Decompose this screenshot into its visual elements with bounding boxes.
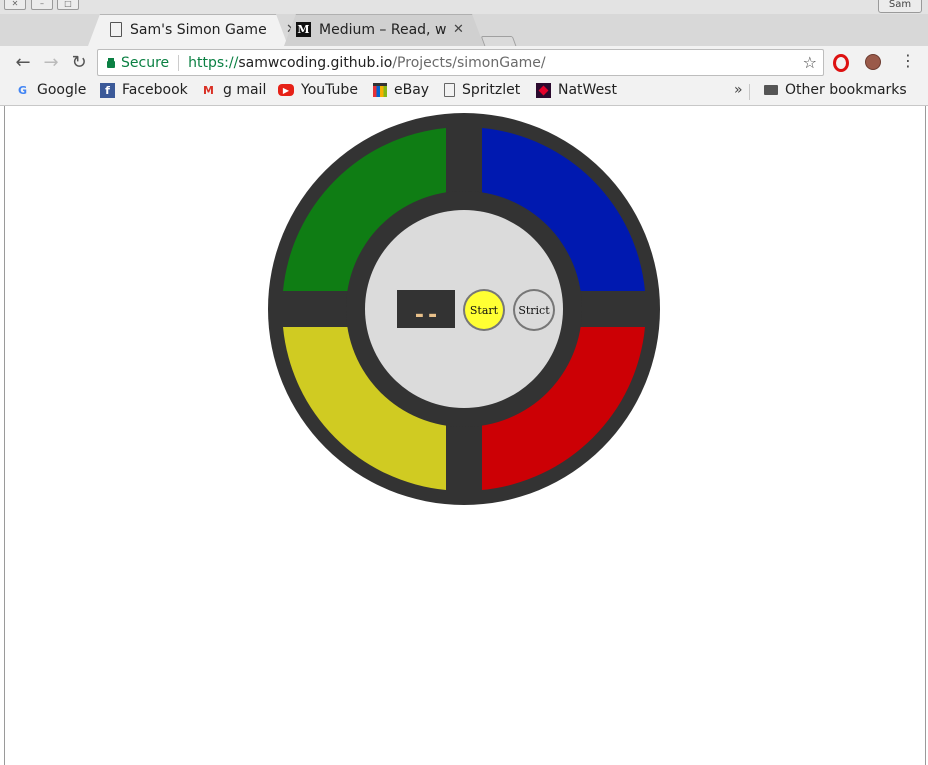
close-tab-icon[interactable]: ✕ (453, 22, 464, 37)
url-scheme: https:// (188, 54, 239, 71)
gmail-icon: M (203, 83, 214, 97)
tab-inactive[interactable]: M Medium – Read, wri ✕ (284, 14, 484, 46)
forward-arrow-icon[interactable]: → (40, 51, 62, 73)
bookmark-gmail[interactable]: M g mail (201, 82, 266, 98)
shopping-bag-icon (373, 83, 387, 97)
bookmark-label: Spritzlet (462, 82, 521, 98)
bookmark-natwest[interactable]: NatWest (536, 82, 617, 98)
browser-toolbar: ← → ↻ Secure https://samwcoding.github.i… (0, 46, 928, 79)
chevron-double-right-icon: » (734, 82, 743, 98)
folder-icon (764, 85, 778, 95)
page-content: -- Start Strict (4, 106, 926, 765)
bookmark-label: eBay (394, 82, 430, 98)
bookmark-label: Facebook (122, 82, 188, 98)
bookmark-facebook[interactable]: f Facebook (100, 82, 188, 98)
maximize-window-icon[interactable]: □ (57, 0, 79, 10)
bookmark-label: Google (37, 82, 87, 98)
bookmark-youtube[interactable]: ▶ YouTube (278, 82, 358, 98)
bookmark-google[interactable]: G Google (15, 82, 86, 98)
bookmark-label: NatWest (558, 82, 617, 98)
start-button-label: Start (470, 304, 499, 317)
minimize-window-icon[interactable]: – (31, 0, 53, 10)
simon-game-board: -- Start Strict (268, 113, 660, 505)
other-bookmarks-folder[interactable]: Other bookmarks (764, 82, 907, 98)
divider (749, 84, 750, 100)
more-menu-icon[interactable]: ⋮ (900, 52, 916, 70)
back-arrow-icon[interactable]: ← (12, 51, 34, 73)
google-icon: G (17, 83, 28, 97)
bookmarks-overflow-button[interactable]: » (734, 82, 743, 98)
tab-strip: Sam's Simon Game ✕ M Medium – Read, wri … (0, 14, 928, 54)
divider (178, 54, 180, 71)
tab-title: Sam's Simon Game (130, 21, 267, 38)
youtube-icon: ▶ (278, 84, 294, 96)
close-window-icon[interactable]: ✕ (4, 0, 26, 10)
bookmark-label: Other bookmarks (785, 82, 907, 98)
natwest-icon (536, 82, 551, 98)
extension-icon[interactable] (865, 54, 881, 70)
strict-button-label: Strict (518, 304, 550, 317)
profile-badge[interactable]: Sam (878, 0, 922, 13)
tab-title: Medium – Read, wri (319, 21, 447, 38)
tab-active[interactable]: Sam's Simon Game ✕ (88, 14, 297, 46)
url-path: /Projects/simonGame/ (392, 54, 546, 71)
lock-icon (107, 61, 115, 68)
opera-extension-icon[interactable] (833, 54, 849, 72)
bookmark-ebay[interactable]: eBay (373, 82, 429, 98)
page-icon (110, 22, 122, 37)
page-icon (444, 83, 455, 97)
reload-icon[interactable]: ↻ (68, 51, 90, 73)
facebook-icon: f (100, 82, 115, 98)
medium-icon: M (296, 22, 311, 37)
bookmark-star-icon[interactable]: ☆ (803, 53, 817, 72)
bookmarks-bar: G Google f Facebook M g mail ▶ YouTube e… (0, 79, 928, 106)
secure-label: Secure (121, 54, 170, 71)
address-bar[interactable]: Secure https://samwcoding.github.io/Proj… (97, 49, 824, 76)
window-titlebar: ✕ – □ Sam (0, 0, 928, 14)
bookmark-label: YouTube (301, 82, 358, 98)
bookmark-label: g mail (223, 82, 267, 98)
count-display-text: -- (413, 303, 440, 328)
secure-indicator[interactable]: Secure (98, 55, 169, 71)
bookmark-spritzlet[interactable]: Spritzlet (444, 82, 520, 98)
url-host: samwcoding.github.io (238, 54, 393, 71)
